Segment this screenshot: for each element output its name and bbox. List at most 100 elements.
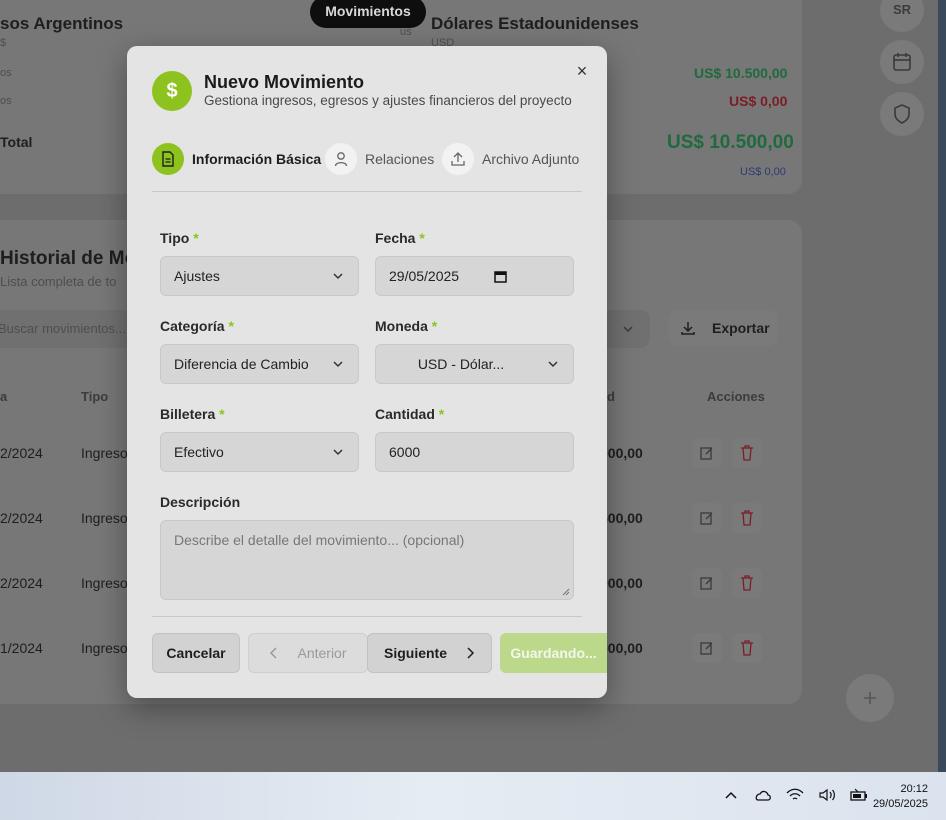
row-type: Ingreso — [81, 640, 128, 656]
chevron-down-icon — [333, 273, 343, 280]
header-divider — [152, 191, 582, 192]
delete-button[interactable] — [732, 568, 762, 598]
cancel-button[interactable]: Cancelar — [152, 633, 240, 673]
row-date: 1/2024 — [0, 640, 43, 656]
resize-handle-icon[interactable] — [562, 588, 570, 596]
save-label: Guardando... — [510, 645, 597, 661]
delete-button[interactable] — [732, 503, 762, 533]
row-date: 2/2024 — [0, 445, 43, 461]
history-title: Historial de Mo — [0, 248, 137, 269]
next-button[interactable]: Siguiente — [367, 633, 492, 673]
usd-small-value: US$ 0,00 — [740, 166, 786, 178]
volume-icon[interactable] — [816, 784, 838, 806]
edit-button[interactable] — [692, 503, 722, 533]
delete-button[interactable] — [732, 438, 762, 468]
save-button[interactable]: Guardando... — [500, 633, 607, 673]
step-relations[interactable]: Relaciones — [325, 143, 434, 175]
tipo-label: Tipo * — [160, 230, 199, 246]
battery-icon[interactable] — [848, 784, 870, 806]
categoria-label: Categoría * — [160, 318, 234, 334]
step-label: Información Básica — [192, 151, 322, 167]
row-type: Ingreso — [81, 510, 128, 526]
chevron-left-icon — [270, 647, 278, 659]
step-label: Relaciones — [365, 151, 435, 167]
dollar-icon: $ — [152, 71, 192, 111]
step-attachment[interactable]: Archivo Adjunto — [442, 143, 579, 175]
chevron-down-icon — [333, 361, 343, 368]
chevron-up-icon[interactable] — [720, 784, 742, 806]
col-amount-header: d — [607, 389, 615, 404]
trash-icon — [741, 445, 753, 461]
billetera-value: Efectivo — [174, 444, 224, 460]
modal-subtitle: Gestiona ingresos, egresos y ajustes fin… — [204, 93, 572, 108]
descripcion-placeholder: Describe el detalle del movimiento... (o… — [174, 532, 465, 548]
row-type: Ingreso — [81, 445, 128, 461]
calendar-icon[interactable] — [494, 270, 507, 283]
new-movement-modal: $ Nuevo Movimiento Gestiona ingresos, eg… — [127, 46, 607, 698]
calendar-button[interactable] — [880, 40, 924, 84]
row-type: Ingreso — [81, 575, 128, 591]
usd-expense-value: US$ 0,00 — [729, 93, 788, 109]
stepper: Información Básica Relaciones Archivo Ad… — [152, 143, 582, 175]
edit-icon — [700, 512, 713, 525]
edit-button[interactable] — [692, 438, 722, 468]
movements-tab-pill[interactable]: Movimientos — [310, 0, 426, 28]
edit-button[interactable] — [692, 568, 722, 598]
history-subtitle: Lista completa de to — [0, 274, 117, 289]
shield-icon — [894, 104, 910, 124]
previous-label: Anterior — [297, 645, 347, 661]
delete-button[interactable] — [732, 633, 762, 663]
chevron-right-icon — [467, 647, 475, 659]
fecha-value: 29/05/2025 — [389, 268, 460, 284]
edit-button[interactable] — [692, 633, 722, 663]
ars-expense-label: os — [0, 95, 12, 107]
step-basic-info[interactable]: Información Básica — [152, 143, 321, 175]
ars-total-label: Total — [0, 134, 33, 150]
col-actions-header: Acciones — [707, 389, 765, 404]
wifi-icon[interactable] — [784, 784, 806, 806]
moneda-value: USD - Dólar... — [417, 356, 505, 372]
billetera-select[interactable]: Efectivo — [160, 432, 359, 472]
export-button[interactable]: Exportar — [668, 310, 778, 346]
trash-icon — [741, 640, 753, 656]
system-taskbar: 20:12 29/05/2025 — [0, 772, 946, 820]
cantidad-input[interactable]: 6000 — [375, 432, 574, 472]
row-date: 2/2024 — [0, 575, 43, 591]
edit-icon — [700, 447, 713, 460]
shield-button[interactable] — [880, 92, 924, 136]
avatar[interactable]: SR — [880, 0, 924, 32]
footer-divider — [152, 616, 582, 617]
usd-card-title: Dólares Estadounidenses — [431, 14, 639, 33]
descripcion-label: Descripción — [160, 494, 241, 510]
ars-card-title: sos Argentinos — [0, 14, 124, 33]
modal-title: Nuevo Movimiento — [204, 72, 365, 92]
chevron-down-icon — [623, 326, 633, 333]
categoria-select[interactable]: Diferencia de Cambio — [160, 344, 359, 384]
descripcion-textarea[interactable]: Describe el detalle del movimiento... (o… — [160, 520, 574, 600]
add-fab-button[interactable] — [846, 674, 894, 722]
ars-card-symbol: $ — [0, 37, 7, 49]
clock-time: 20:12 — [900, 783, 928, 795]
user-icon — [325, 143, 357, 175]
step-label: Archivo Adjunto — [482, 151, 580, 167]
tipo-select[interactable]: Ajustes — [160, 256, 359, 296]
categoria-value: Diferencia de Cambio — [174, 356, 309, 372]
fecha-date-input[interactable]: 29/05/2025 — [375, 256, 574, 296]
document-icon — [152, 143, 184, 175]
previous-button[interactable]: Anterior — [248, 633, 368, 673]
col-date-header: a — [0, 389, 8, 404]
window-edge — [938, 0, 946, 772]
history-search-placeholder: Buscar movimientos... — [0, 321, 126, 336]
avatar-initials: SR — [893, 2, 912, 17]
tipo-value: Ajustes — [174, 268, 220, 284]
close-icon[interactable]: × — [573, 62, 591, 80]
ars-income-label: os — [0, 67, 12, 79]
cantidad-label: Cantidad * — [375, 406, 445, 422]
moneda-select[interactable]: USD - Dólar... — [375, 344, 574, 384]
edit-icon — [700, 577, 713, 590]
system-tray — [720, 784, 870, 806]
cloud-icon[interactable] — [752, 784, 774, 806]
trash-icon — [741, 510, 753, 526]
clock[interactable]: 20:12 29/05/2025 — [873, 782, 928, 812]
cantidad-value: 6000 — [389, 444, 421, 460]
